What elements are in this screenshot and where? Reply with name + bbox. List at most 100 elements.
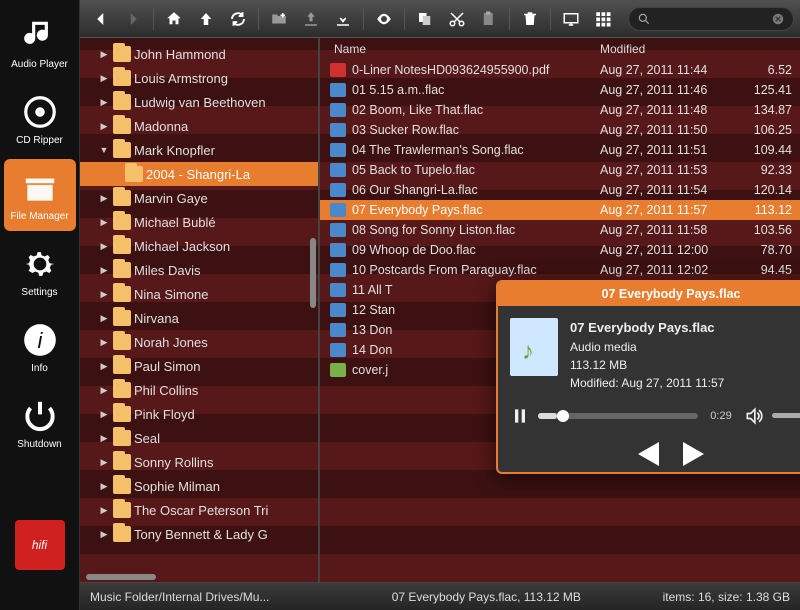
- popup-file-type: Audio media: [570, 338, 800, 356]
- file-row[interactable]: 06 Our Shangri-La.flacAug 27, 2011 11:54…: [320, 180, 800, 200]
- music-note-icon: [21, 17, 59, 55]
- jpg-icon: [330, 363, 346, 377]
- volume-bar[interactable]: [772, 413, 800, 418]
- file-type-icon: [510, 318, 558, 376]
- sidebar-item-cd-ripper[interactable]: CD Ripper: [4, 83, 76, 155]
- info-icon: i: [21, 321, 59, 359]
- tree-item[interactable]: ▶Nina Simone: [80, 282, 318, 306]
- tree-item[interactable]: ▼Mark Knopfler: [80, 138, 318, 162]
- tree-item[interactable]: ▶Louis Armstrong: [80, 66, 318, 90]
- up-button[interactable]: [191, 6, 221, 32]
- tree-item-label: Sonny Rollins: [134, 455, 214, 470]
- back-button[interactable]: [86, 6, 116, 32]
- preview-button[interactable]: [369, 6, 399, 32]
- tree-item[interactable]: ▶Nirvana: [80, 306, 318, 330]
- file-row[interactable]: 05 Back to Tupelo.flacAug 27, 2011 11:53…: [320, 160, 800, 180]
- file-size: 103.56: [745, 223, 800, 237]
- tree-item-label: Marvin Gaye: [134, 191, 208, 206]
- tree-item[interactable]: ▶Phil Collins: [80, 378, 318, 402]
- tree-item[interactable]: ▶Michael Bublé: [80, 210, 318, 234]
- tree-item[interactable]: ▶Tony Bennett & Lady G: [80, 522, 318, 546]
- tree-item[interactable]: ▶Miles Davis: [80, 258, 318, 282]
- tree-hscrollbar[interactable]: [86, 574, 308, 580]
- column-name[interactable]: Name: [330, 42, 600, 56]
- delete-button[interactable]: [515, 6, 545, 32]
- file-row[interactable]: 02 Boom, Like That.flacAug 27, 2011 11:4…: [320, 100, 800, 120]
- sidebar-item-shutdown[interactable]: Shutdown: [4, 387, 76, 459]
- folder-icon: [113, 454, 131, 470]
- tree-item-album[interactable]: 2004 - Shangri-La: [80, 162, 318, 186]
- upload-button[interactable]: [296, 6, 326, 32]
- status-bar: Music Folder/Internal Drives/Mu... 07 Ev…: [80, 582, 800, 610]
- sidebar-item-settings[interactable]: Settings: [4, 235, 76, 307]
- tree-vscrollbar[interactable]: [310, 78, 316, 576]
- file-row[interactable]: 09 Whoop de Doo.flacAug 27, 2011 12:0078…: [320, 240, 800, 260]
- hifi-logo: hifi: [15, 520, 65, 570]
- refresh-button[interactable]: [223, 6, 253, 32]
- tree-item-label: Phil Collins: [134, 383, 198, 398]
- file-row[interactable]: 03 Sucker Row.flacAug 27, 2011 11:50106.…: [320, 120, 800, 140]
- app-sidebar: Audio Player CD Ripper File Manager Sett…: [0, 0, 80, 610]
- file-name: 08 Song for Sonny Liston.flac: [352, 223, 600, 237]
- new-folder-button[interactable]: [264, 6, 294, 32]
- file-row[interactable]: 0-Liner NotesHD093624955900.pdfAug 27, 2…: [320, 60, 800, 80]
- search-input[interactable]: [628, 7, 794, 31]
- screen-button[interactable]: [556, 6, 586, 32]
- file-name: 06 Our Shangri-La.flac: [352, 183, 600, 197]
- tree-item[interactable]: ▶Sonny Rollins: [80, 450, 318, 474]
- search-icon: [637, 12, 651, 26]
- next-track-button[interactable]: [677, 436, 713, 460]
- file-row[interactable]: 10 Postcards From Paraguay.flacAug 27, 2…: [320, 260, 800, 280]
- sidebar-item-info[interactable]: i Info: [4, 311, 76, 383]
- file-row[interactable]: 01 5.15 a.m..flacAug 27, 2011 11:46125.4…: [320, 80, 800, 100]
- folder-icon: [113, 46, 131, 62]
- prev-track-button[interactable]: [629, 436, 665, 460]
- flac-icon: [330, 303, 346, 317]
- popup-title-bar[interactable]: 07 Everybody Pays.flac ✕: [498, 282, 800, 306]
- forward-button[interactable]: [118, 6, 148, 32]
- sidebar-item-audio-player[interactable]: Audio Player: [4, 7, 76, 79]
- file-name: 10 Postcards From Paraguay.flac: [352, 263, 600, 277]
- tree-item[interactable]: ▶Madonna: [80, 114, 318, 138]
- tree-item[interactable]: ▶Pink Floyd: [80, 402, 318, 426]
- tree-item-label: Sophie Milman: [134, 479, 220, 494]
- copy-button[interactable]: [410, 6, 440, 32]
- file-size: 106.25: [745, 123, 800, 137]
- flac-icon: [330, 243, 346, 257]
- cut-button[interactable]: [442, 6, 472, 32]
- file-name: 09 Whoop de Doo.flac: [352, 243, 600, 257]
- volume-icon[interactable]: [744, 406, 764, 426]
- grid-view-button[interactable]: [588, 6, 618, 32]
- file-row[interactable]: 04 The Trawlerman's Song.flacAug 27, 201…: [320, 140, 800, 160]
- sidebar-item-file-manager[interactable]: File Manager: [4, 159, 76, 231]
- tree-item-label: Paul Simon: [134, 359, 200, 374]
- tree-item[interactable]: ▶Seal: [80, 426, 318, 450]
- seek-bar[interactable]: [538, 413, 698, 419]
- disc-icon: [21, 93, 59, 131]
- file-row[interactable]: 07 Everybody Pays.flacAug 27, 2011 11:57…: [320, 200, 800, 220]
- tree-item[interactable]: ▶Ludwig van Beethoven: [80, 90, 318, 114]
- tree-item-label: Madonna: [134, 119, 188, 134]
- pause-button[interactable]: [510, 406, 530, 426]
- tree-item[interactable]: ▶The Oscar Peterson Tri: [80, 498, 318, 522]
- column-modified[interactable]: Modified: [600, 42, 745, 56]
- file-name: 03 Sucker Row.flac: [352, 123, 600, 137]
- file-row[interactable]: 08 Song for Sonny Liston.flacAug 27, 201…: [320, 220, 800, 240]
- tree-item[interactable]: ▶Sophie Milman: [80, 474, 318, 498]
- file-modified: Aug 27, 2011 12:02: [600, 263, 745, 277]
- tree-item[interactable]: ▶John Hammond: [80, 42, 318, 66]
- folder-icon: [113, 214, 131, 230]
- tree-item[interactable]: ▶Michael Jackson: [80, 234, 318, 258]
- file-name: 0-Liner NotesHD093624955900.pdf: [352, 63, 600, 77]
- home-button[interactable]: [159, 6, 189, 32]
- folder-icon: [125, 166, 143, 182]
- paste-button[interactable]: [474, 6, 504, 32]
- clear-search-icon[interactable]: [771, 12, 785, 26]
- tree-item[interactable]: ▶Marvin Gaye: [80, 186, 318, 210]
- download-button[interactable]: [328, 6, 358, 32]
- tree-item[interactable]: ▶Paul Simon: [80, 354, 318, 378]
- tree-item[interactable]: ▶Norah Jones: [80, 330, 318, 354]
- tree-item-label: Michael Bublé: [134, 215, 216, 230]
- file-size: 134.87: [745, 103, 800, 117]
- folder-icon: [113, 526, 131, 542]
